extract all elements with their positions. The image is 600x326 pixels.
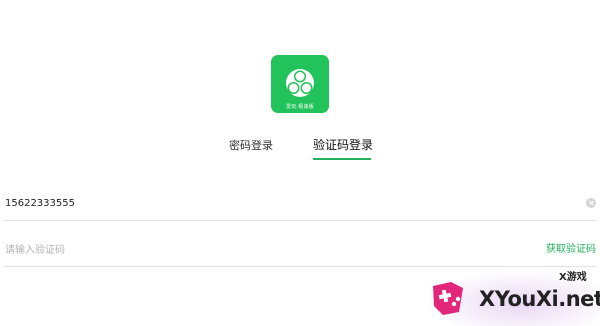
site-watermark: X游戏 XYouXi.net bbox=[425, 266, 600, 326]
verification-code-input[interactable] bbox=[5, 243, 305, 257]
phone-divider bbox=[4, 220, 596, 221]
phone-input[interactable]: 15622333555 bbox=[5, 198, 75, 210]
gamepad-icon bbox=[433, 282, 463, 315]
get-code-button[interactable]: 获取验证码 bbox=[546, 244, 596, 256]
watermark-small-text: X游戏 bbox=[559, 272, 587, 283]
active-tab-indicator bbox=[313, 158, 371, 160]
clear-icon[interactable] bbox=[586, 198, 596, 208]
watermark-site-name: XYouXi.net bbox=[479, 287, 600, 311]
app-logo: 爱玩·极速版 bbox=[271, 55, 329, 113]
tab-password-login[interactable]: 密码登录 bbox=[229, 139, 273, 153]
logo-caption: 爱玩·极速版 bbox=[286, 104, 314, 110]
tab-code-login[interactable]: 验证码登录 bbox=[313, 138, 373, 152]
